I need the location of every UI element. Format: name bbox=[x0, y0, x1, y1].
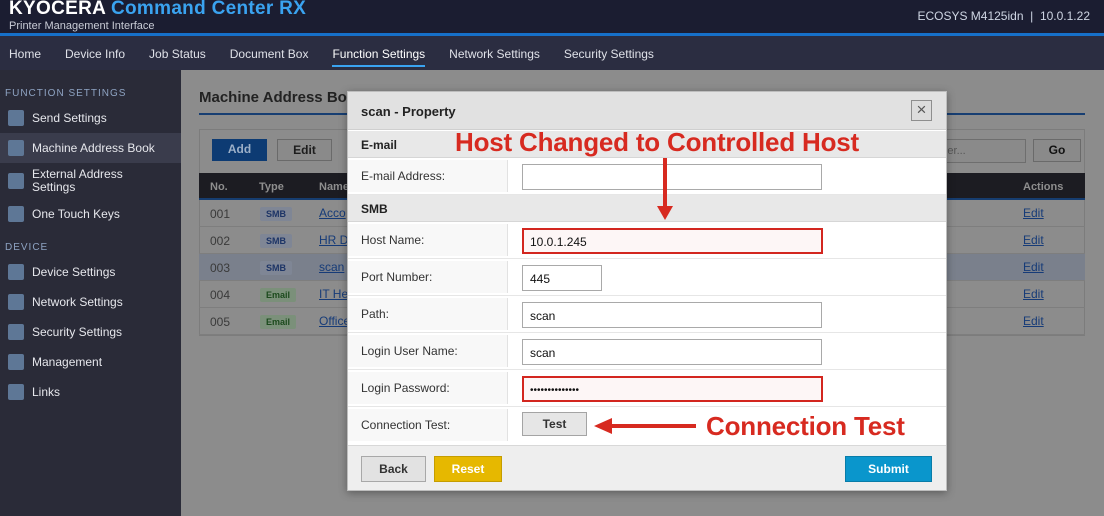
annotation-arrows bbox=[594, 158, 696, 434]
arrow-down-icon bbox=[657, 158, 673, 220]
arrow-left-icon bbox=[594, 418, 696, 434]
